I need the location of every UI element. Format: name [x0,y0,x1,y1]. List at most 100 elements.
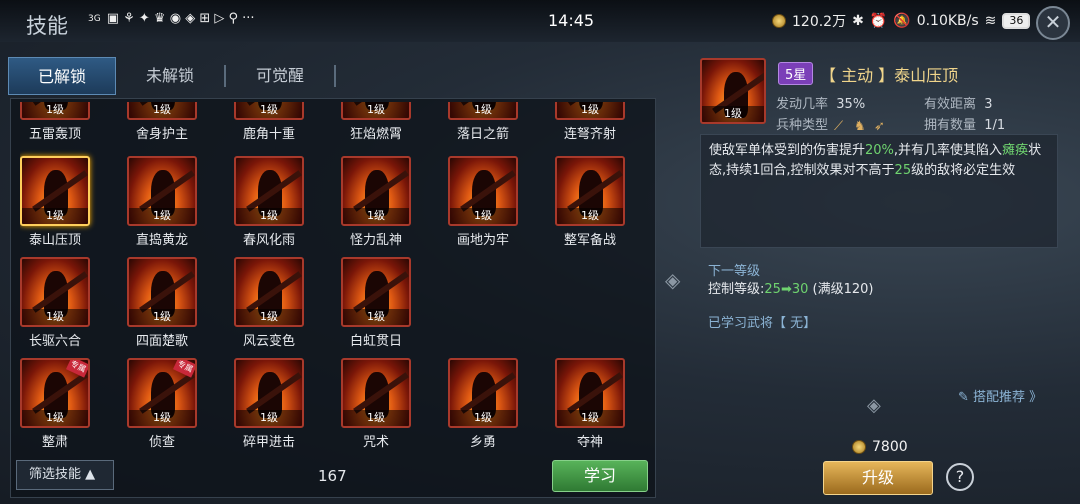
skill-level: 1级 [22,309,88,325]
learn-button[interactable]: 学习 [552,460,648,492]
recommend-label: 搭配推荐 》 [973,390,1043,405]
skill-level: 1级 [557,102,623,118]
skill-cell[interactable]: 1级 咒术 [341,358,411,450]
desc-highlight: 25 [894,163,912,178]
skill-cell[interactable]: 1级 连弩齐射 [555,102,625,142]
skill-cell[interactable]: 1级 四面楚歌 [127,257,197,349]
skill-icon[interactable]: 1级 专属 [127,358,197,428]
skill-cell[interactable]: 1级 舍身护主 [127,102,197,142]
skill-cell[interactable]: 1级 画地为牢 [448,156,518,248]
bluetooth-icon: ✱ [852,13,864,29]
troop-label: 兵种类型 [776,118,829,133]
skill-count: 167 [318,467,347,485]
skill-name: 侦查 [148,435,175,450]
close-icon[interactable]: ✕ [1036,6,1070,40]
skill-icon[interactable]: 1级 [20,156,90,226]
skill-cell[interactable]: 1级 专属整肃 [20,358,90,450]
skill-name: 乡勇 [469,435,496,450]
skill-icon[interactable]: 1级 [555,156,625,226]
skill-icon[interactable]: 1级 [234,257,304,327]
skill-icon[interactable]: 1级 [448,156,518,226]
skill-icon[interactable]: 1级 [555,102,625,120]
help-icon[interactable]: ? [946,463,974,491]
skill-icon[interactable]: 1级 [341,257,411,327]
skill-cell[interactable]: 1级怪力乱神 [341,156,411,248]
skill-cell[interactable]: 1级碎甲进击 [234,358,304,450]
app-icon: ▣ ⚘ ✦ ♛ ◉ ◈ ⊞ ▷ ⚲ ··· [106,11,255,26]
skill-level: 1级 [343,102,409,118]
wifi-icon: ≋ [984,13,997,29]
filter-label: 筛选技能 [29,467,82,482]
skill-cell[interactable]: 1级 整军备战 [555,156,625,248]
skill-icon[interactable]: 1级 [341,358,411,428]
recommend-link[interactable]: ✎ 搭配推荐 》 [958,386,1042,405]
skill-cell[interactable]: 1级 夺神 [555,358,625,450]
tab-unlocked[interactable]: 已解锁 [8,57,116,95]
clock: 14:45 [548,11,595,30]
diamond-icon: ◈ [665,268,681,292]
skill-cell[interactable]: 1级 白虹贯日 [341,257,411,349]
filter-button[interactable]: 筛选技能 ▲ [16,460,114,490]
skill-cell[interactable]: 1级 落日之箭 [448,102,518,142]
range-label: 有效距离 [924,97,977,112]
skill-level: 1级 [702,106,764,122]
skill-cell[interactable]: 1级 鹿角十重 [234,102,304,142]
skill-icon[interactable]: 1级 [341,102,411,120]
skill-cell[interactable]: 1级 狂焰燃霄 [341,102,411,142]
skill-icon[interactable]: 1级 [127,102,197,120]
net-speed: 0.10KB/s [916,13,979,29]
skill-name: 碎甲进击 [242,435,295,450]
tab-awaken[interactable]: 可觉醒 [226,57,334,95]
selected-skill-icon: 1级 [700,58,766,124]
diamond-icon: ◈ [867,395,881,416]
arrow-right-icon: ➡ [780,282,792,297]
own-value: 1/1 [984,118,1006,133]
range-row: 有效距离 3 [924,93,993,112]
carrier-label: 3G [88,13,101,24]
skill-icon[interactable]: 1级 [234,358,304,428]
skill-icon[interactable]: 1级 [555,358,625,428]
skill-name: 整肃 [41,435,68,450]
skill-level: 1级 [236,208,302,224]
skill-level: 1级 [343,208,409,224]
skill-icon[interactable]: 1级 [448,102,518,120]
ctrl-to: 30 [791,282,809,297]
star-badge: 5星 [778,62,814,85]
own-label: 拥有数量 [924,118,977,133]
spear-icon: ⟋ [834,118,844,134]
skill-icon[interactable]: 1级 [20,257,90,327]
skill-icon[interactable]: 1级 [127,257,197,327]
skill-cell[interactable]: 1级 五雷轰顶 [20,102,90,142]
skill-cell[interactable]: 1级乡勇 [448,358,518,450]
skill-level: 1级 [450,102,516,118]
skill-icon[interactable]: 1级 [234,156,304,226]
skill-icon[interactable]: 1级 [341,156,411,226]
cavalry-icon: ♞ [854,118,866,134]
skill-cell[interactable]: 1级 春风化雨 [234,156,304,248]
desc-text: 级的敌将必定生效 [911,163,1016,178]
skill-level: 1级 [236,309,302,325]
skill-cell[interactable]: 1级 泰山压顶 [20,156,90,248]
skill-name: 直捣黄龙 [135,233,188,248]
skill-cell[interactable]: 1级直捣黄龙 [127,156,197,248]
skill-level: 1级 [129,208,195,224]
skill-cell[interactable]: 1级 风云变色 [234,257,304,349]
skill-level: 1级 [129,309,195,325]
tab-locked[interactable]: 未解锁 [116,57,224,95]
range-value: 3 [984,97,993,112]
rate-value: 35% [836,97,866,112]
skill-cell[interactable]: 1级 专属侦查 [127,358,197,450]
skill-icon[interactable]: 1级 专属 [20,358,90,428]
skill-icon[interactable]: 1级 [234,102,304,120]
ctrl-from: 25 [764,282,781,297]
skill-name: 怪力乱神 [349,233,402,248]
mute-icon: 🔕 [893,13,911,29]
skill-icon[interactable]: 1级 [127,156,197,226]
skill-cell[interactable]: 1级长驱六合 [20,257,90,349]
coin-icon [852,440,866,454]
skill-name: 长驱六合 [28,334,81,349]
skill-level: 1级 [557,208,623,224]
skill-icon[interactable]: 1级 [448,358,518,428]
skill-icon[interactable]: 1级 [20,102,90,120]
upgrade-button[interactable]: 升级 [823,461,933,495]
